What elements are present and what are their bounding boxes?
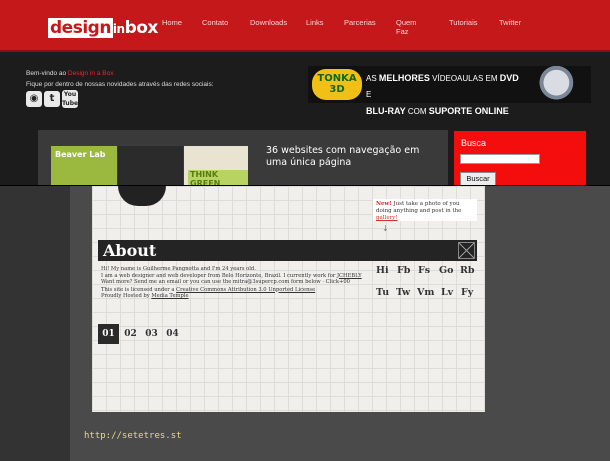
new-label: New! (376, 201, 392, 207)
bio-license-link[interactable]: Creative Commons Attribution 3.0 Unporte… (176, 287, 315, 293)
banner-mascot-image (530, 66, 578, 103)
banner-text: AS MELHORES VÍDEOAULAS EM DVD E BLU-RAY … (366, 70, 526, 120)
gallery-link[interactable]: gallery! (376, 215, 398, 221)
rss-icon[interactable]: ◉ (26, 91, 42, 107)
logo-in-text: in (112, 22, 125, 36)
welcome-prefix: Bem-vindo ao (26, 70, 68, 77)
source-url-link[interactable]: http://setetres.st (84, 431, 182, 441)
bio-hosted-prefix: Proudly Hosted by (101, 293, 152, 299)
social-vm[interactable]: Vm (417, 287, 434, 298)
social-tu[interactable]: Tu (376, 287, 389, 298)
banner-t2a: BLU-RAY (366, 106, 406, 116)
banner-t1a: AS (366, 74, 379, 83)
welcome-social-line: Fique por dentro de nossas novidades atr… (26, 81, 214, 88)
close-x-icon (458, 242, 475, 259)
logo-design-text: design (48, 18, 113, 38)
social-rb[interactable]: Rb (460, 265, 475, 276)
search-button[interactable]: Buscar (460, 172, 496, 186)
down-arrow-icon: ↓ (382, 224, 389, 233)
search-input[interactable] (460, 154, 540, 164)
thumb-think-green[interactable]: THINK GREEN (184, 146, 248, 188)
nav-links[interactable]: Links (306, 18, 324, 27)
nav-contato[interactable]: Contato (202, 18, 228, 27)
banner-t1e: E (366, 90, 372, 99)
nav-quem-faz[interactable]: Quem Faz (396, 18, 416, 36)
bio-license-prefix: This site is licensed under a (101, 286, 177, 293)
social-fs[interactable]: Fs (418, 265, 430, 276)
banner-t1b: MELHORES (378, 73, 430, 83)
thumb-beaver-lab[interactable]: Beaver Lab (51, 146, 117, 186)
banner-t1c: VÍDEOAULAS EM (429, 74, 500, 83)
bio-line-3: Want more? Send me an email or you can u… (101, 279, 350, 285)
about-title: About (103, 241, 157, 260)
logo-box-text: box (124, 18, 159, 38)
nav-home[interactable]: Home (162, 18, 182, 27)
social-hi[interactable]: Hi (376, 265, 389, 276)
twitter-icon[interactable]: t (44, 91, 60, 107)
social-lv[interactable]: Lv (441, 287, 453, 298)
welcome-site-name[interactable]: Design in a Box (68, 70, 114, 77)
nav-tutoriais[interactable]: Tutoriais (449, 18, 477, 27)
nav-twitter[interactable]: Twitter (499, 18, 521, 27)
social-fy[interactable]: Fy (461, 287, 473, 298)
bio-line-2: I am a web designer and web developer fr… (101, 272, 337, 279)
banner-t2c: SUPORTE ONLINE (428, 106, 509, 116)
page-04[interactable]: 04 (162, 324, 183, 344)
welcome-text: Bem-vindo ao Design in a Box Fique por d… (26, 68, 286, 90)
social-tw[interactable]: Tw (396, 287, 410, 298)
about-bio: Hi! My name is Guilherme Pangnotta and I… (101, 266, 363, 300)
banner-t2b: COM (405, 107, 429, 116)
banner-t1d: DVD (499, 73, 519, 83)
lower-left-column (0, 186, 70, 461)
thumb1-label: Beaver Lab (55, 150, 106, 159)
featured-headline[interactable]: 36 websites com navegação em uma única p… (266, 145, 441, 169)
bio-host-link[interactable]: Media Temple (151, 293, 188, 299)
page-01[interactable]: 01 (98, 324, 119, 344)
page-02[interactable]: 02 (120, 324, 141, 344)
search-title: Busca (461, 138, 487, 148)
bio-employer-link[interactable]: JCHEBLY (337, 273, 362, 279)
new-notice: New! Just take a photo of you doing anyt… (373, 199, 477, 221)
site-logo[interactable]: design inbox (48, 17, 158, 39)
banner-brand-2: 3D (329, 84, 345, 95)
social-fb[interactable]: Fb (397, 265, 410, 276)
nav-downloads[interactable]: Downloads (250, 18, 287, 27)
youtube-icon[interactable]: You Tube (62, 90, 78, 108)
banner-brand-1: TONKA (317, 73, 357, 84)
thumb-dark-site[interactable] (118, 146, 183, 186)
tonka3d-logo: TONKA 3D (312, 69, 362, 100)
nav-parcerias[interactable]: Parcerias (344, 18, 376, 27)
social-go[interactable]: Go (439, 265, 453, 276)
page-03[interactable]: 03 (141, 324, 162, 344)
